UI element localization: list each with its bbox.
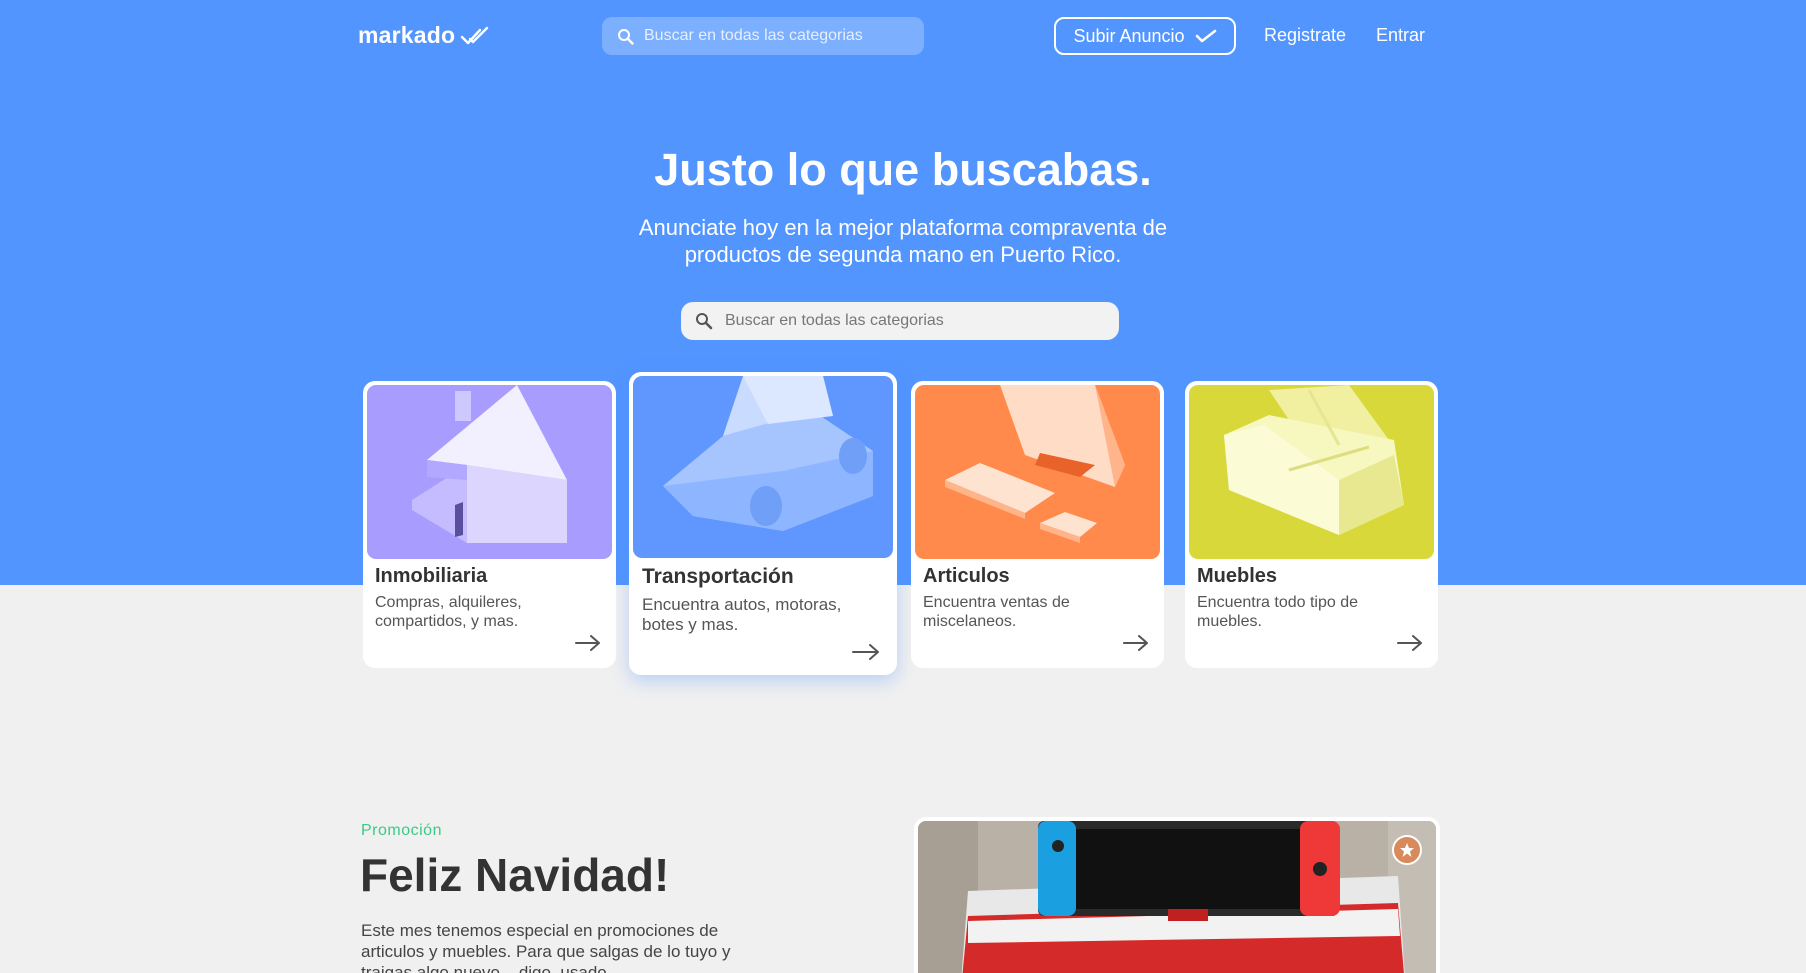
star-icon [1400,843,1414,857]
category-card-inmobiliaria[interactable]: Inmobiliaria Compras, alquileres, compar… [363,381,616,668]
hero-search-box[interactable] [681,302,1119,340]
nav-search-box[interactable] [602,17,924,55]
hero-title: Justo lo que buscabas. [654,144,1152,195]
promo-text: Este mes tenemos especial en promociones… [361,921,731,973]
category-title: Transportación [642,565,794,588]
category-description: Encuentra autos, motoras, botes y mas. [642,595,842,634]
search-icon [696,313,713,330]
post-ad-button[interactable]: Subir Anuncio [1054,17,1236,55]
category-card-transportacion[interactable]: Transportación Encuentra autos, motoras,… [629,372,897,675]
arrow-right-icon[interactable] [852,644,880,660]
category-description: Compras, alquileres, compartidos, y mas. [375,594,522,630]
category-card-muebles[interactable]: Muebles Encuentra todo tipo de muebles. [1185,381,1438,668]
sofa-icon [1224,385,1404,535]
category-card-articulos[interactable]: Articulos Encuentra ventas de miscelaneo… [911,381,1164,668]
logo[interactable]: markado [358,22,490,49]
house-illustration [367,385,612,559]
post-ad-label: Subir Anuncio [1073,25,1185,46]
items-illustration [915,385,1160,559]
top-nav: markado Subir Anuncio Registrate Entrar [0,0,1806,72]
console-photo [918,821,1436,973]
product-photo [918,821,1436,973]
category-description: Encuentra ventas de miscelaneos. [923,594,1070,630]
sofa-illustration [1189,385,1434,559]
promo-product-card[interactable] [914,817,1440,973]
items-icon [945,385,1125,543]
house-icon [412,385,567,543]
logo-text: markado [358,22,456,48]
arrow-right-icon[interactable] [1397,635,1423,651]
hero-search-input[interactable] [725,312,1105,330]
login-link[interactable]: Entrar [1376,25,1425,46]
category-title: Articulos [923,565,1010,587]
hero-section [0,0,1806,585]
check-icon [1195,29,1216,43]
register-link[interactable]: Registrate [1264,25,1346,46]
category-description: Encuentra todo tipo de muebles. [1197,594,1359,630]
promo-label: Promoción [361,822,442,839]
category-title: Inmobiliaria [375,565,488,587]
car-illustration [633,376,893,558]
category-title: Muebles [1197,565,1278,587]
arrow-right-icon[interactable] [575,635,601,651]
hero-subtitle: Anunciate hoy en la mejor plataforma com… [638,215,1168,267]
favorite-badge[interactable] [1392,835,1422,865]
search-icon [618,28,634,45]
double-check-icon [461,26,489,44]
arrow-right-icon[interactable] [1123,635,1149,651]
nav-search-input[interactable] [644,27,904,45]
car-icon [663,376,873,531]
promo-title: Feliz Navidad! [360,849,670,901]
